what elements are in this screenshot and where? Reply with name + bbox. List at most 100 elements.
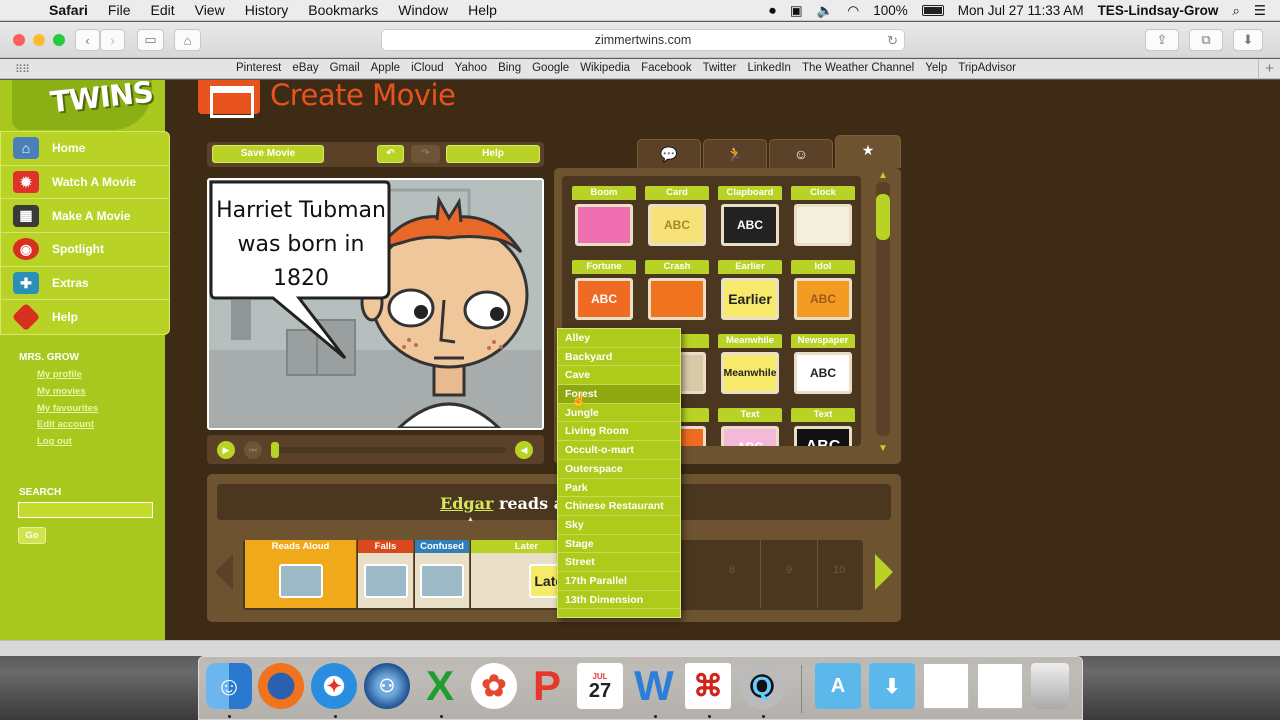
record-icon[interactable]: ⏺ <box>769 3 776 19</box>
progress-track[interactable] <box>271 447 506 453</box>
menu-history[interactable]: History <box>245 2 289 18</box>
favorite-link[interactable]: eBay <box>292 62 318 74</box>
user-name[interactable]: TES-Lindsay-Grow <box>1098 3 1219 18</box>
document-stack-icon[interactable] <box>923 663 969 709</box>
menu-bookmarks[interactable]: Bookmarks <box>308 2 378 18</box>
character-name-link[interactable]: Edgar <box>440 494 493 513</box>
scroll-down-icon[interactable]: ▼ <box>878 443 888 454</box>
favorite-link[interactable]: Bing <box>498 62 521 74</box>
empty-frame-8[interactable]: 8 <box>705 540 761 608</box>
prop-text-pink[interactable]: Text ABC <box>718 408 782 446</box>
favorite-link[interactable]: Yelp <box>925 62 947 74</box>
volume-icon[interactable]: 🔈 <box>817 3 834 19</box>
spotlight-search-icon[interactable]: ⌕ <box>1232 3 1240 19</box>
save-movie-button[interactable]: Save Movie <box>212 145 324 163</box>
speech-tab-icon[interactable]: 💬 <box>637 139 701 169</box>
favorite-link[interactable]: LinkedIn <box>747 62 790 74</box>
help-button[interactable]: Help <box>446 145 540 163</box>
prop-boom[interactable]: Boom <box>572 186 636 250</box>
action-tab-icon[interactable]: 🏃 <box>703 139 767 169</box>
address-bar[interactable]: zimmertwins.com ↻ <box>381 29 905 51</box>
prop-text-black[interactable]: Text ABC <box>791 408 855 446</box>
scroll-up-icon[interactable]: ▲ <box>878 170 888 181</box>
finder-icon[interactable]: ☺ <box>206 663 252 709</box>
undo-icon[interactable]: ↶ <box>377 145 404 163</box>
favorite-link[interactable]: Yahoo <box>455 62 487 74</box>
go-button[interactable]: Go <box>18 527 46 544</box>
volume-icon[interactable]: ◀ <box>515 441 533 459</box>
site-logo[interactable]: TWINS <box>12 80 154 130</box>
downloads-folder-icon[interactable]: ⬇ <box>869 663 915 709</box>
background-option[interactable]: Outerspace <box>558 460 680 479</box>
my-profile-link[interactable]: My profile <box>37 369 98 386</box>
emotion-tab-icon[interactable]: ☺ <box>769 139 833 169</box>
reload-icon[interactable]: ↻ <box>887 30 898 51</box>
background-option[interactable]: 17th Parallel <box>558 572 680 591</box>
favorite-link[interactable]: TripAdvisor <box>958 62 1016 74</box>
downloads-icon[interactable]: ⬇ <box>1233 29 1263 51</box>
my-movies-link[interactable]: My movies <box>37 386 98 403</box>
clock[interactable]: Mon Jul 27 11:33 AM <box>958 3 1084 18</box>
acrobat-icon[interactable]: ⌘ <box>685 663 731 709</box>
calendar-icon[interactable]: JUL 27 <box>577 663 623 709</box>
nav-item-watch-movie[interactable]: ✹ Watch A Movie <box>1 166 169 200</box>
favorite-link[interactable]: The Weather Channel <box>802 62 914 74</box>
frame-falls[interactable]: Falls <box>358 540 414 608</box>
screen-icon[interactable]: ▣ <box>790 3 803 19</box>
background-option[interactable]: Cave <box>558 366 680 386</box>
favorite-link[interactable]: Apple <box>371 62 400 74</box>
background-option[interactable]: Occult-o-mart <box>558 441 680 460</box>
background-option[interactable]: Sky <box>558 516 680 535</box>
nav-item-help[interactable]: Help <box>1 300 169 334</box>
firefox-icon[interactable] <box>258 663 304 709</box>
prop-earlier[interactable]: Earlier Earlier <box>718 260 782 324</box>
forward-button[interactable]: › <box>100 29 125 51</box>
sidebar-toggle-icon[interactable]: ▭ <box>137 29 164 51</box>
nav-item-make-movie[interactable]: ▦ Make A Movie <box>1 199 169 234</box>
background-option[interactable]: Street <box>558 553 680 572</box>
props-scroll-thumb[interactable] <box>876 194 890 240</box>
excel-icon[interactable]: X <box>417 662 463 709</box>
background-option[interactable]: Alley <box>558 329 680 348</box>
home-icon[interactable]: ⌂ <box>174 29 201 51</box>
log-out-link[interactable]: Log out <box>37 436 98 453</box>
frame-confused[interactable]: Confused <box>415 540 470 608</box>
new-tab-button[interactable]: + <box>1258 59 1280 79</box>
prop-fortune[interactable]: Fortune ABC <box>572 260 636 324</box>
word-icon[interactable]: W <box>631 662 677 709</box>
safari-icon[interactable]: ✦ <box>311 663 357 709</box>
favorite-link[interactable]: Google <box>532 62 569 74</box>
favorite-link[interactable]: Pinterest <box>236 62 281 74</box>
star-tab-icon[interactable]: ★ <box>835 135 901 168</box>
notification-center-icon[interactable]: ☰ <box>1254 3 1266 19</box>
redo-icon[interactable]: ↷ <box>411 145 440 163</box>
favorite-link[interactable]: Facebook <box>641 62 692 74</box>
progress-handle[interactable] <box>271 442 279 458</box>
menu-window[interactable]: Window <box>398 2 448 18</box>
search-input[interactable] <box>18 502 153 518</box>
minimize-window-button[interactable] <box>33 34 45 46</box>
speech-bubble-text[interactable]: Harriet Tubman was born in 1820 <box>215 194 387 296</box>
favorite-link[interactable]: iCloud <box>411 62 444 74</box>
background-dropdown[interactable]: Alley Backyard Cave Forest Jungle Living… <box>557 328 681 618</box>
menu-app-name[interactable]: Safari <box>49 2 88 18</box>
timeline-right-arrow[interactable] <box>875 554 893 590</box>
play-icon[interactable]: ▶ <box>217 441 235 459</box>
tabs-overview-icon[interactable]: ⧉ <box>1189 29 1223 51</box>
prop-clapboard[interactable]: Clapboard ABC <box>718 186 782 250</box>
zoom-window-button[interactable] <box>53 34 65 46</box>
wifi-icon[interactable]: ◠ <box>847 3 859 19</box>
prop-crash[interactable]: Crash <box>645 260 709 324</box>
background-option[interactable]: Living Room <box>558 422 680 442</box>
favorite-link[interactable]: Gmail <box>330 62 360 74</box>
nav-item-spotlight[interactable]: ◉ Spotlight <box>1 233 169 267</box>
close-window-button[interactable] <box>13 34 25 46</box>
nav-item-home[interactable]: ⌂ Home <box>1 132 169 166</box>
trash-icon[interactable] <box>1031 663 1069 709</box>
share-icon[interactable]: ⇪ <box>1145 29 1179 51</box>
edit-account-link[interactable]: Edit account <box>37 419 98 436</box>
battery-icon[interactable] <box>921 5 944 16</box>
background-option[interactable]: 13th Dimension <box>558 591 680 610</box>
menu-edit[interactable]: Edit <box>150 2 174 18</box>
prop-card[interactable]: Card ABC <box>645 186 709 250</box>
